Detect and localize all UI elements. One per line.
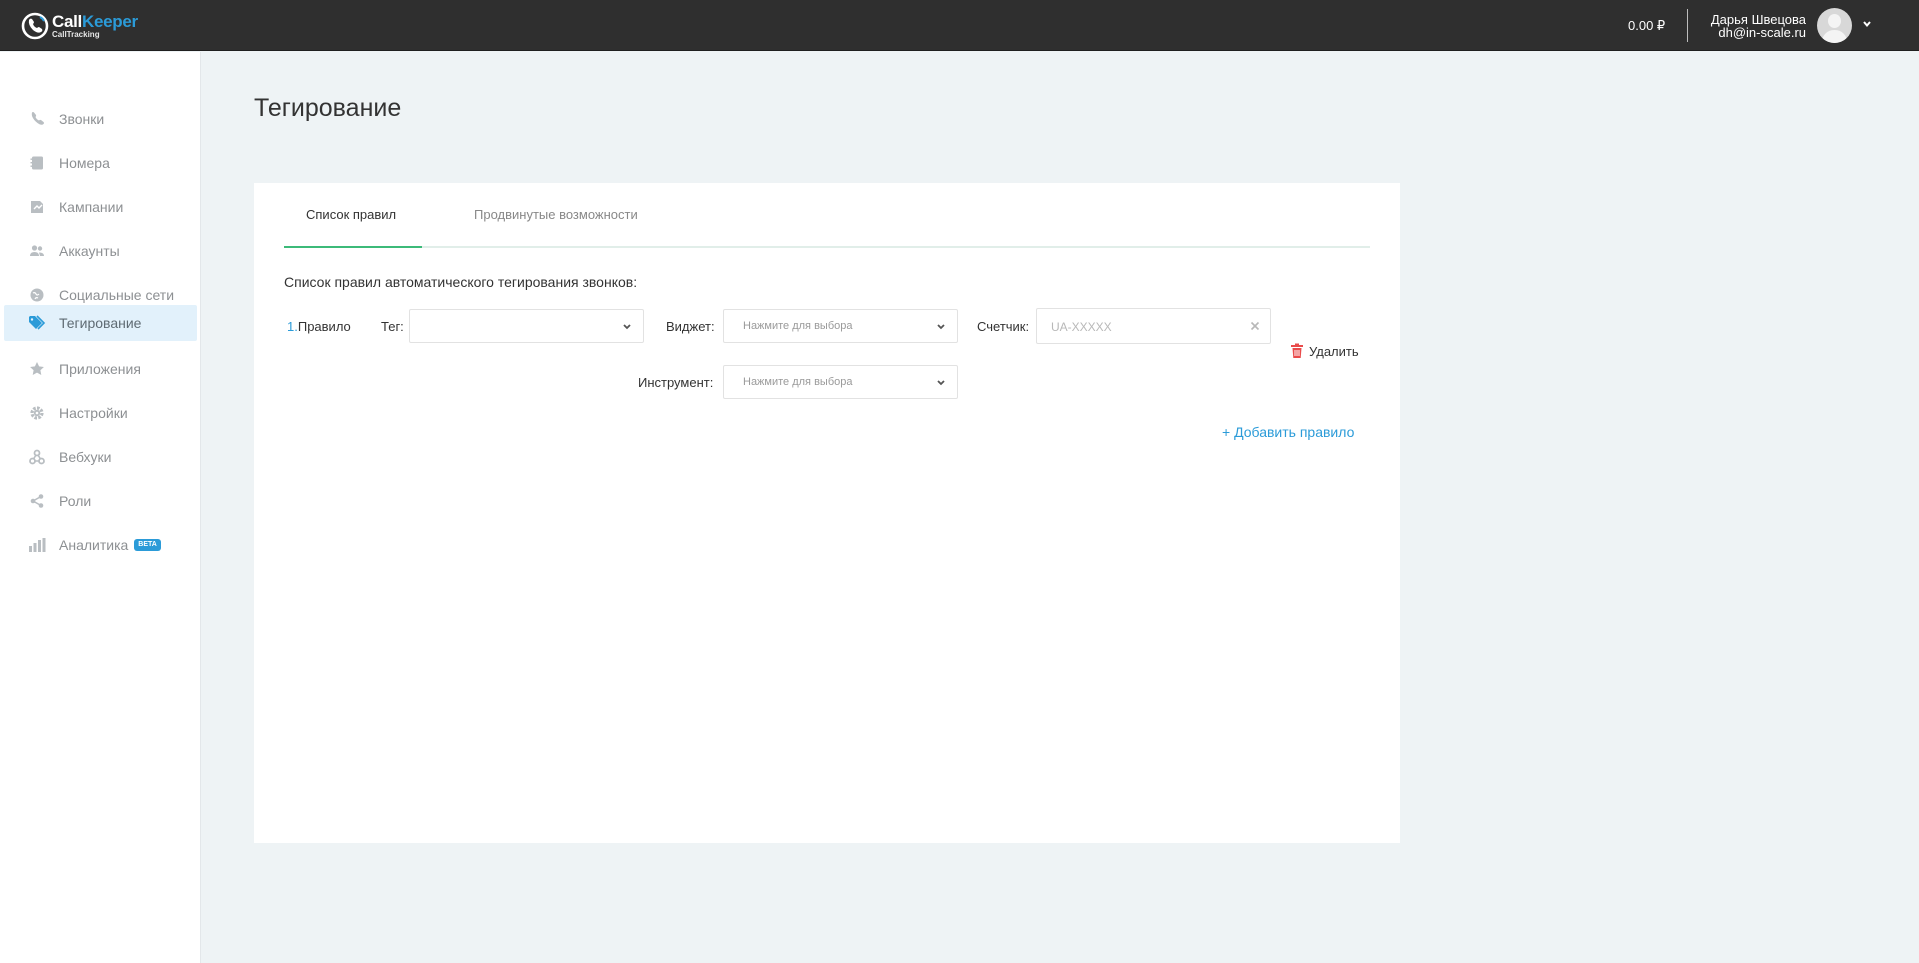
active-tab-indicator (284, 246, 422, 248)
sidebar-item-label: Приложения (59, 361, 141, 377)
sidebar-item-label: Кампании (59, 199, 124, 215)
sidebar-item-analytics[interactable]: Аналитика BETA (4, 527, 197, 563)
delete-rule-label: Удалить (1309, 343, 1359, 359)
tag-select[interactable] (409, 309, 644, 343)
sidebar-item-label: Роли (59, 493, 92, 509)
sidebar-item-label: Вебхуки (59, 449, 112, 465)
clear-icon[interactable] (1249, 320, 1261, 332)
logo-call-text: Call (52, 12, 82, 31)
share-icon (28, 492, 46, 510)
sidebar-item-accounts[interactable]: Аккаунты (4, 233, 197, 269)
chevron-down-icon[interactable] (1861, 18, 1873, 30)
sidebar-item-label: Тегирование (59, 315, 142, 331)
add-rule-link[interactable]: + Добавить правило (1222, 424, 1354, 440)
sidebar-item-label: Аналитика (59, 537, 129, 553)
logo-keeper-text: Keeper (81, 12, 138, 31)
chevron-down-icon (937, 380, 945, 386)
sidebar-item-campaigns[interactable]: Кампании (4, 189, 197, 225)
tool-select[interactable]: Нажмите для выбора (723, 365, 958, 399)
delete-rule-button[interactable]: Удалить (1290, 343, 1359, 359)
rule-number: 1.Правило (287, 319, 351, 334)
user-info[interactable]: Дарья Швецова dh@in-scale.ru (1711, 13, 1806, 39)
sidebar-item-numbers[interactable]: Номера (4, 145, 197, 181)
sidebar-item-label: Номера (59, 155, 110, 171)
avatar[interactable] (1817, 8, 1852, 43)
trash-icon (1291, 343, 1303, 358)
tab-advanced[interactable]: Продвинутые возможности (474, 207, 638, 222)
chevron-down-icon (937, 324, 945, 330)
tag-label: Тег: (381, 319, 404, 334)
page-title: Тегирование (254, 94, 402, 122)
sidebar: Звонки Номера Кампании Аккаунты Социальн… (0, 52, 201, 963)
sidebar-item-label: Аккаунты (59, 243, 120, 259)
tags-icon (28, 314, 46, 332)
phone-icon (28, 110, 46, 128)
header-divider (1687, 9, 1688, 42)
sidebar-item-calls[interactable]: Звонки (4, 101, 197, 137)
sidebar-item-webhooks[interactable]: Вебхуки (4, 439, 197, 475)
sidebar-item-label: Звонки (59, 111, 105, 127)
phone-logo-icon (21, 12, 49, 40)
tool-select-placeholder: Нажмите для выбора (743, 376, 853, 388)
counter-input-placeholder: UA-XXXXX (1051, 320, 1112, 334)
logo-subtitle: CallTracking (52, 30, 100, 39)
rules-description: Список правил автоматического тегировани… (284, 274, 638, 290)
rule-label: Правило (297, 319, 351, 334)
balance: 0.00 ₽ (1628, 18, 1666, 33)
user-email: dh@in-scale.ru (1718, 25, 1806, 40)
globe-icon (28, 286, 46, 304)
numbers-icon (28, 154, 46, 172)
tabs: Список правил Продвинутые возможности (284, 183, 1370, 248)
sidebar-item-settings[interactable]: Настройки (4, 395, 197, 431)
tab-rules-list[interactable]: Список правил (306, 207, 396, 222)
gear-icon (28, 404, 46, 422)
widget-select[interactable]: Нажмите для выбора (723, 309, 958, 343)
beta-badge: BETA (134, 539, 161, 551)
logo[interactable]: CallKeeper CallTracking (20, 10, 138, 42)
top-bar: CallKeeper CallTracking 0.00 ₽ Дарья Шве… (0, 0, 1919, 51)
users-icon (28, 242, 46, 260)
star-icon (28, 360, 46, 378)
sidebar-item-apps[interactable]: Приложения (4, 351, 197, 387)
sidebar-item-label: Социальные сети (59, 287, 175, 303)
sidebar-item-tagging[interactable]: Тегирование (4, 305, 197, 341)
widget-select-placeholder: Нажмите для выбора (743, 320, 853, 332)
counter-input[interactable]: UA-XXXXX (1036, 308, 1271, 344)
counter-label: Счетчик: (977, 319, 1030, 334)
rules-card: Список правил Продвинутые возможности Сп… (254, 183, 1400, 843)
sidebar-item-roles[interactable]: Роли (4, 483, 197, 519)
campaigns-icon (28, 198, 46, 216)
chevron-down-icon (623, 324, 631, 330)
bar-chart-icon (28, 536, 46, 554)
rule-index: 1. (287, 319, 298, 334)
tool-label: Инструмент: (638, 375, 714, 390)
widget-label: Виджет: (666, 319, 715, 334)
webhook-icon (28, 448, 46, 466)
sidebar-item-label: Настройки (59, 405, 128, 421)
